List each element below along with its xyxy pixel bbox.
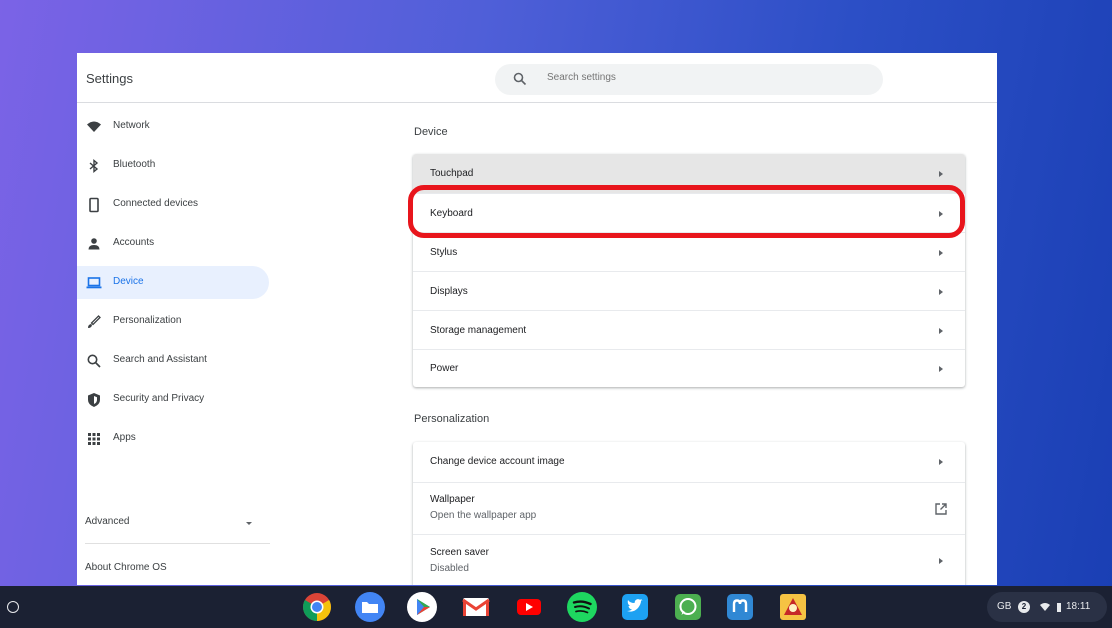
sidebar-item-label: Personalization (113, 315, 182, 326)
advanced-label: Advanced (85, 516, 130, 527)
arrow-right-icon (939, 211, 943, 217)
section-title-device: Device (414, 126, 448, 138)
sidebar-item-label: Network (113, 120, 150, 131)
sidebar-item-personalization[interactable]: Personalization (77, 305, 269, 338)
wifi-icon (1040, 603, 1050, 611)
row-label: Power (430, 363, 459, 374)
section-title-personalization: Personalization (414, 413, 490, 425)
sidebar-item-accounts[interactable]: Accounts (77, 227, 269, 260)
shield-icon (88, 393, 100, 407)
arrow-right-icon (939, 558, 943, 564)
launcher-button[interactable] (7, 601, 19, 613)
sidebar-item-search-and-assistant[interactable]: Search and Assistant (77, 344, 269, 377)
row-sublabel: Disabled (430, 563, 469, 574)
app-title: Settings (86, 71, 133, 86)
game-icon[interactable] (777, 591, 809, 623)
notification-count-badge: 2 (1018, 601, 1030, 613)
keyboard-row[interactable]: Keyboard (413, 193, 965, 232)
arrow-right-icon (939, 459, 943, 465)
sidebar-item-label: Connected devices (113, 198, 199, 209)
displays-row[interactable]: Displays (413, 271, 965, 310)
phone-icon (89, 197, 99, 213)
arrow-right-icon (939, 171, 943, 177)
sidebar-item-label: Accounts (113, 237, 155, 248)
sidebar-item-label: Search and Assistant (113, 354, 207, 365)
twitter-icon[interactable] (619, 591, 651, 623)
sidebar: Network Bluetooth Connected devices Acco… (77, 104, 277, 585)
row-label: Stylus (430, 247, 458, 258)
bluetooth-icon (89, 159, 99, 173)
arrow-right-icon (939, 250, 943, 256)
row-label: Wallpaper (430, 494, 475, 505)
status-tray[interactable]: GB 2 18:11 (987, 592, 1107, 622)
clock: 18:11 (1066, 601, 1091, 612)
battery-icon (1057, 603, 1061, 612)
row-label: Screen saver (430, 547, 489, 558)
keyboard-layout-indicator: GB (997, 601, 1012, 612)
shelf: GB 2 18:11 (0, 586, 1112, 628)
sidebar-item-device[interactable]: Device (77, 266, 269, 299)
row-label: Change device account image (430, 456, 565, 467)
person-icon (88, 238, 100, 250)
sidebar-divider (85, 543, 270, 544)
search-icon (513, 72, 527, 86)
stylus-row[interactable]: Stylus (413, 232, 965, 271)
search-icon (87, 354, 101, 368)
spotify-icon[interactable] (566, 591, 598, 623)
sidebar-item-connected-devices[interactable]: Connected devices (77, 188, 269, 221)
sidebar-item-bluetooth[interactable]: Bluetooth (77, 149, 269, 182)
sidebar-item-label: Apps (113, 432, 136, 443)
open-in-new-icon (935, 503, 947, 515)
personalization-card: Change device account image Wallpaper Op… (413, 442, 965, 585)
row-label: Touchpad (430, 168, 474, 179)
row-sublabel: Open the wallpaper app (430, 510, 537, 521)
mastodon-icon[interactable] (724, 591, 756, 623)
brush-icon (88, 315, 101, 328)
about-chrome-os-link[interactable]: About Chrome OS (85, 562, 167, 573)
settings-header: Settings (77, 53, 997, 103)
sidebar-item-label: Device (113, 276, 144, 287)
sidebar-item-network[interactable]: Network (77, 110, 269, 143)
screen-saver-row[interactable]: Screen saver Disabled (413, 534, 965, 585)
search-box[interactable] (495, 64, 883, 95)
power-row[interactable]: Power (413, 349, 965, 387)
wallpaper-row[interactable]: Wallpaper Open the wallpaper app (413, 482, 965, 534)
wifi-icon (87, 121, 101, 132)
row-label: Storage management (430, 325, 527, 336)
settings-window: Settings Network Bluetooth Conne (77, 53, 997, 585)
sidebar-item-apps[interactable]: Apps (77, 422, 269, 455)
arrow-right-icon (939, 289, 943, 295)
search-input[interactable] (547, 72, 847, 83)
sidebar-item-label: Security and Privacy (113, 393, 205, 404)
change-account-image-row[interactable]: Change device account image (413, 442, 965, 482)
arrow-right-icon (939, 328, 943, 334)
gmail-icon[interactable] (460, 591, 492, 623)
touchpad-row[interactable]: Touchpad (413, 154, 965, 193)
files-icon[interactable] (354, 591, 386, 623)
youtube-icon[interactable] (513, 591, 545, 623)
chrome-icon[interactable] (301, 591, 333, 623)
whatsapp-icon[interactable] (672, 591, 704, 623)
laptop-icon (86, 277, 102, 289)
row-label: Keyboard (430, 208, 473, 219)
play-store-icon[interactable] (406, 591, 438, 623)
row-label: Displays (430, 286, 468, 297)
storage-management-row[interactable]: Storage management (413, 310, 965, 349)
caret-down-icon (246, 522, 252, 525)
arrow-right-icon (939, 366, 943, 372)
apps-grid-icon (88, 433, 100, 445)
advanced-toggle[interactable]: Advanced (77, 508, 270, 538)
sidebar-item-security-and-privacy[interactable]: Security and Privacy (77, 383, 269, 416)
device-card: Touchpad Keyboard Stylus Displays Storag… (413, 154, 965, 387)
sidebar-item-label: Bluetooth (113, 159, 156, 170)
